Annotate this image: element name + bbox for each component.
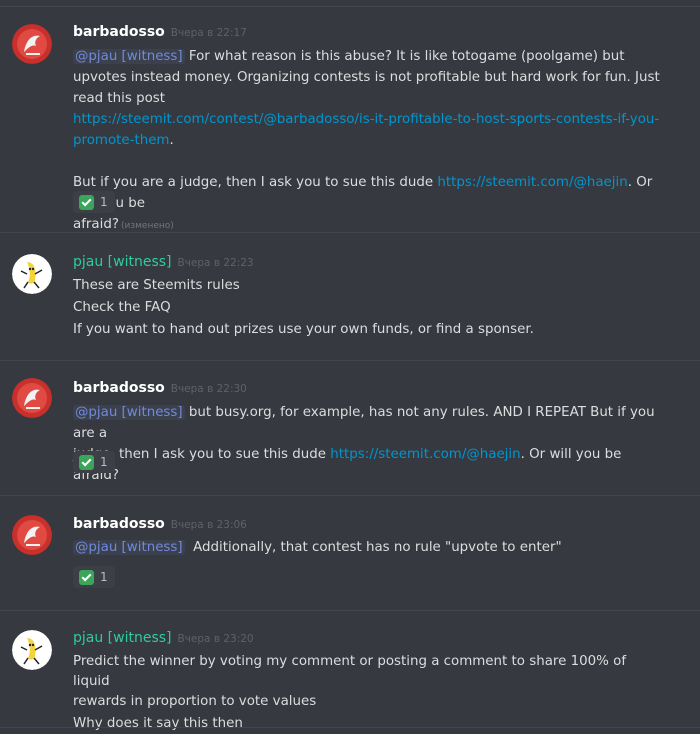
white-check-mark-icon xyxy=(79,194,94,210)
author-name[interactable]: barbadosso Вчера в 23:06 xyxy=(73,516,247,532)
message-divider xyxy=(0,360,700,361)
message-divider xyxy=(0,610,700,611)
profile-link[interactable]: https://steemit.com/@haejin xyxy=(437,175,627,190)
edited-indicator: (изменено) xyxy=(120,221,174,231)
message-divider xyxy=(0,232,700,233)
message-text: Check the FAQ xyxy=(73,300,171,315)
message-divider xyxy=(0,495,700,496)
message-divider xyxy=(0,727,700,728)
avatar-pjau[interactable] xyxy=(12,254,52,294)
message-text: afraid? xyxy=(73,217,119,232)
message-content: These are Steemits rules Check the FAQ I… xyxy=(73,275,663,340)
timestamp: Вчера в 23:06 xyxy=(170,519,247,531)
username[interactable]: barbadosso xyxy=(73,380,165,396)
author-name[interactable]: pjau [witness] Вчера в 22:23 xyxy=(73,254,254,270)
avatar-barbadosso[interactable] xyxy=(12,24,52,64)
message-text: If you want to hand out prizes use your … xyxy=(73,322,534,337)
user-mention[interactable]: @pjau [witness] xyxy=(73,49,185,64)
post-link-continued[interactable]: promote-them xyxy=(73,133,169,148)
message-text: But if you are a judge, then I ask you t… xyxy=(73,175,434,190)
chat-messages: barbadosso Вчера в 22:17 @pjau [witness] … xyxy=(0,0,700,734)
message-content: @pjau [witness] but busy.org, for exampl… xyxy=(73,402,663,486)
reaction-check[interactable]: 1 xyxy=(73,566,115,588)
reaction-check[interactable]: 1 xyxy=(73,191,115,213)
message-text: These are Steemits rules xyxy=(73,278,240,293)
user-mention[interactable]: @pjau [witness] xyxy=(73,405,185,420)
white-check-mark-icon xyxy=(79,569,94,585)
timestamp: Вчера в 22:23 xyxy=(177,257,254,269)
message-text: rewards in proportion to vote values xyxy=(73,694,317,709)
author-name[interactable]: barbadosso Вчера в 22:30 xyxy=(73,380,247,396)
message-content: @pjau [witness] Additionally, that conte… xyxy=(73,537,663,558)
author-name[interactable]: barbadosso Вчера в 22:17 xyxy=(73,24,247,40)
username[interactable]: pjau [witness] xyxy=(73,254,172,270)
message-content: Predict the winner by voting my comment … xyxy=(73,652,663,734)
reaction-count: 1 xyxy=(100,195,108,209)
username[interactable]: pjau [witness] xyxy=(73,630,172,646)
timestamp: Вчера в 23:20 xyxy=(177,633,254,645)
reaction-check[interactable]: 1 xyxy=(73,451,115,473)
message-text: . xyxy=(169,133,174,148)
reaction-count: 1 xyxy=(100,570,108,584)
profile-link[interactable]: https://steemit.com/@haejin xyxy=(330,447,520,462)
user-mention[interactable]: @pjau [witness] xyxy=(73,540,185,555)
white-check-mark-icon xyxy=(79,454,94,470)
reaction-count: 1 xyxy=(100,455,108,469)
message-content: @pjau [witness] For what reason is this … xyxy=(73,46,663,237)
avatar-barbadosso[interactable] xyxy=(12,515,52,555)
message-text: Why does it say this then xyxy=(73,716,243,731)
message-text: Predict the winner by voting my comment … xyxy=(73,654,627,689)
message-divider xyxy=(0,6,700,7)
username[interactable]: barbadosso xyxy=(73,516,165,532)
timestamp: Вчера в 22:17 xyxy=(170,27,247,39)
username[interactable]: barbadosso xyxy=(73,24,165,40)
post-link[interactable]: https://steemit.com/contest/@barbadosso/… xyxy=(73,109,663,130)
author-name[interactable]: pjau [witness] Вчера в 23:20 xyxy=(73,630,254,646)
timestamp: Вчера в 22:30 xyxy=(170,383,247,395)
avatar-pjau[interactable] xyxy=(12,630,52,670)
avatar-barbadosso[interactable] xyxy=(12,378,52,418)
message-text: Additionally, that contest has no rule "… xyxy=(193,540,562,555)
